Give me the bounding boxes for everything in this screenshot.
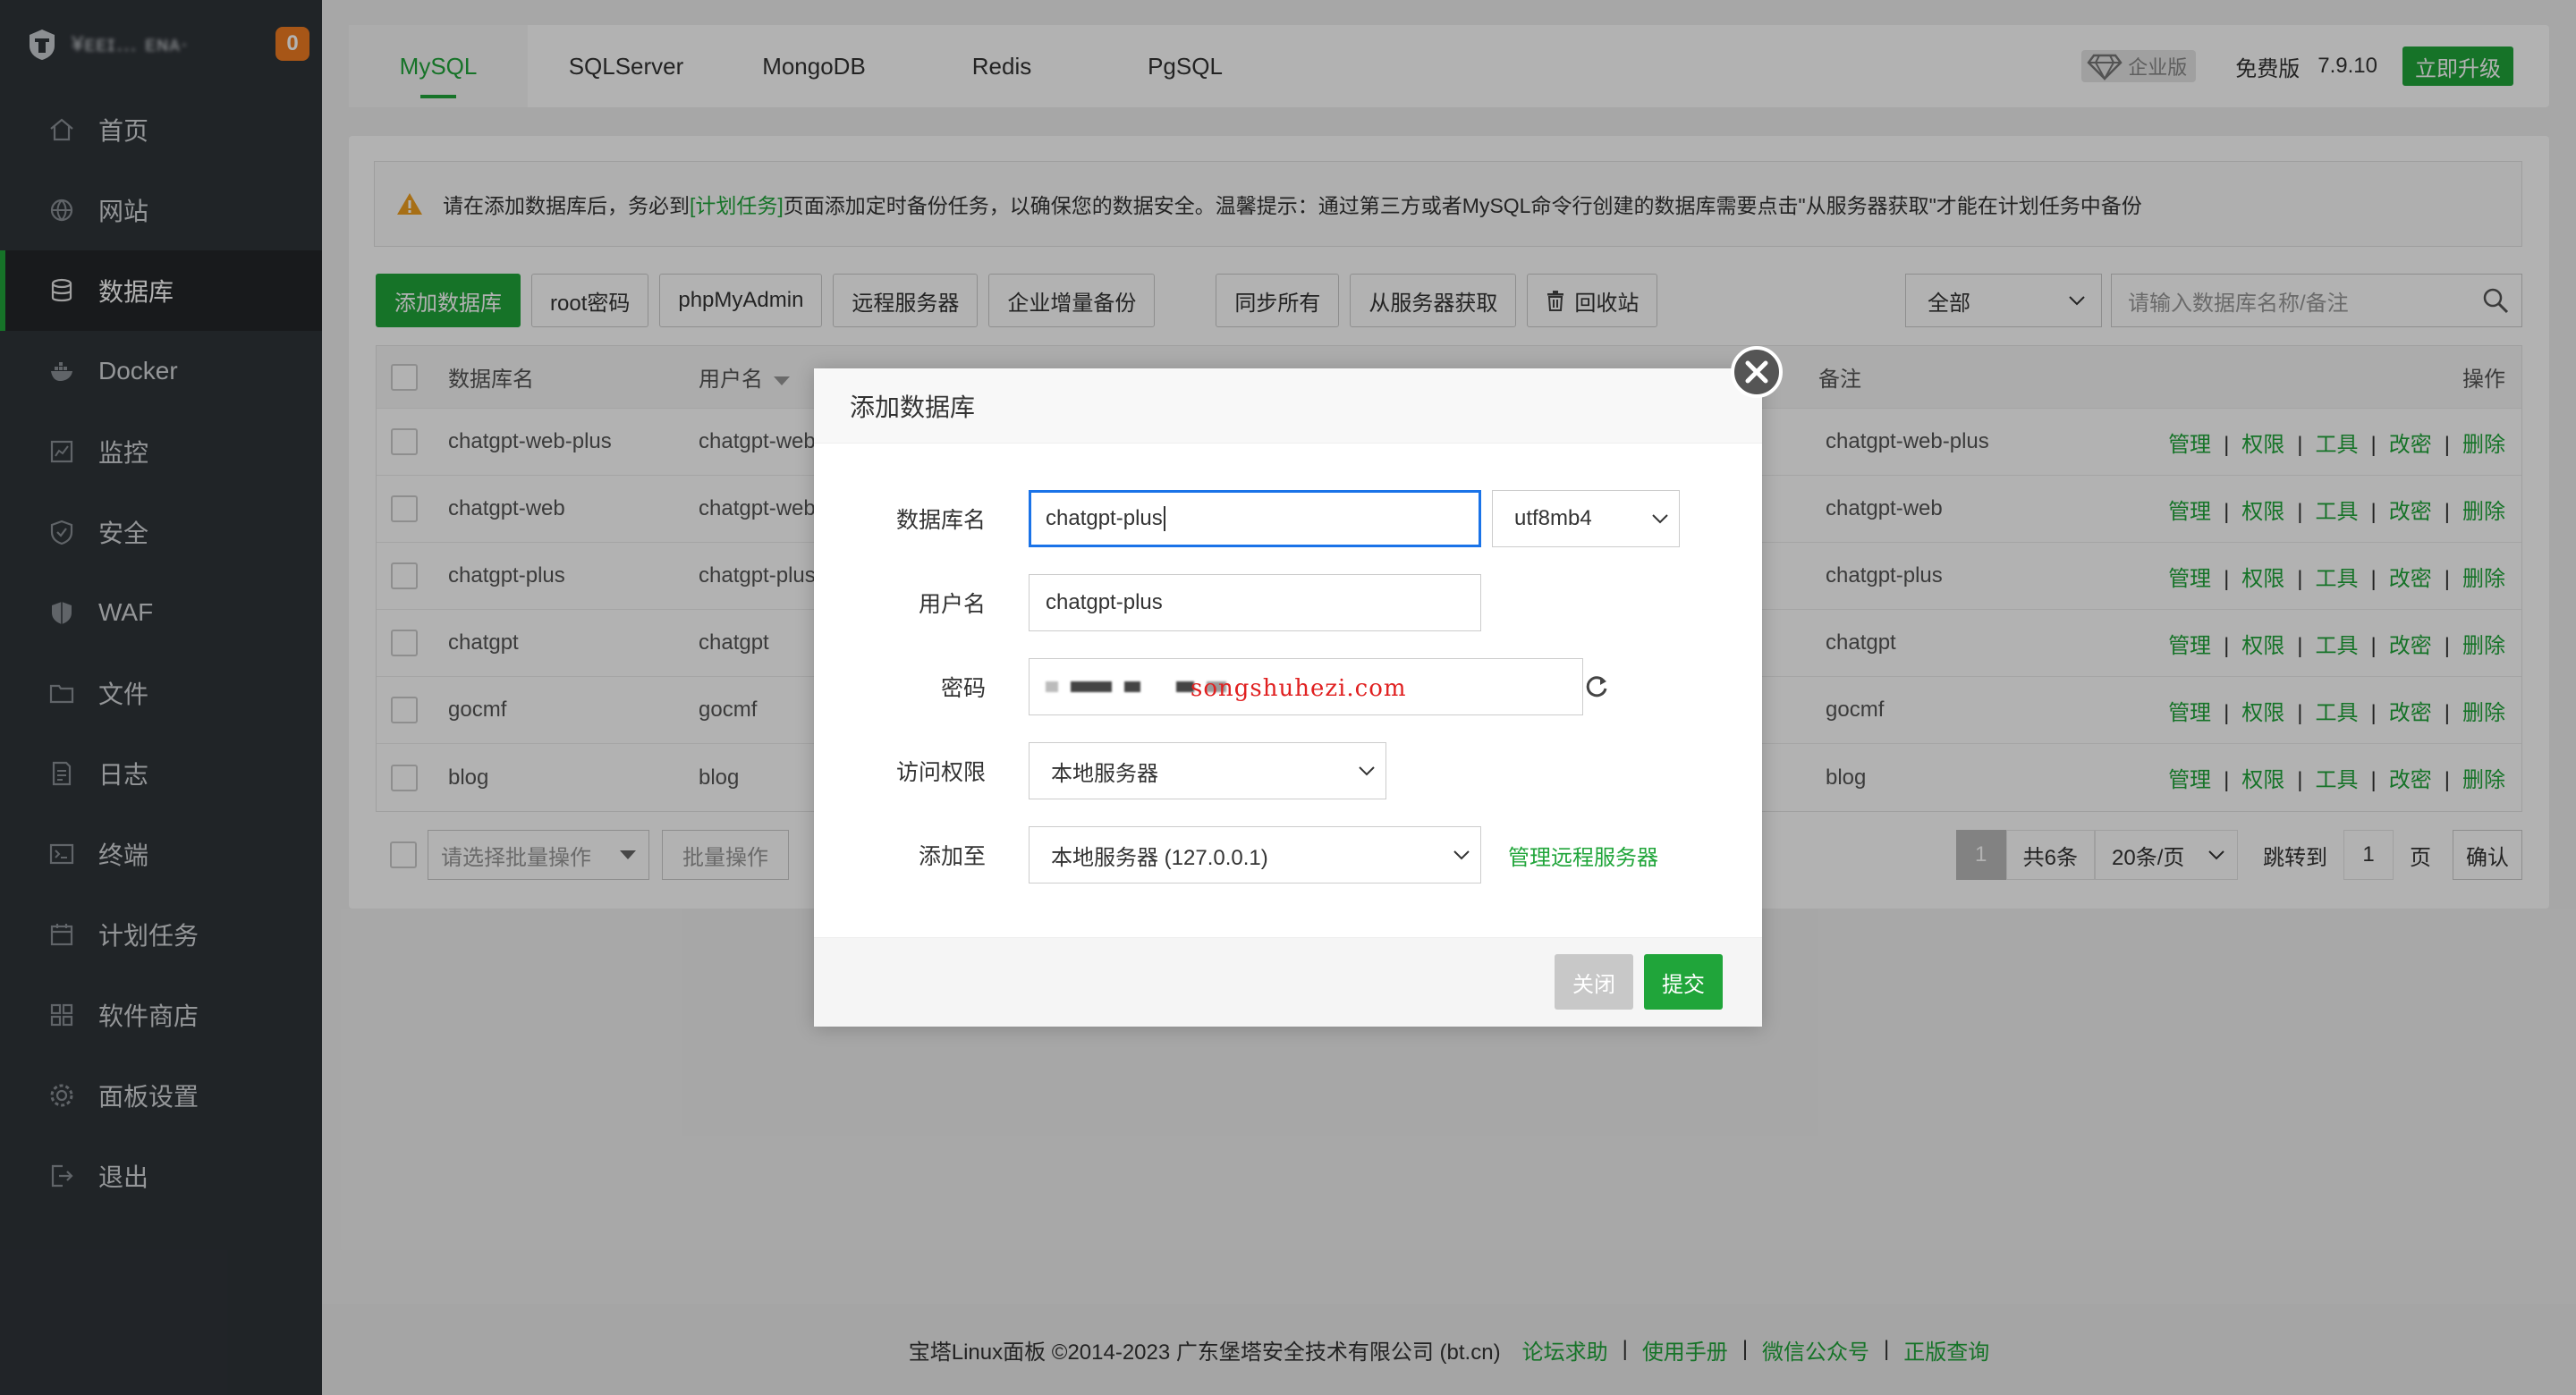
form-row-db-name: 数据库名 chatgpt-plus utf8mb4: [814, 490, 1762, 547]
db-name-label: 数据库名: [895, 508, 986, 533]
add-to-value: 本地服务器 (127.0.0.1): [1051, 845, 1268, 870]
db-name-value: chatgpt-plus: [1046, 506, 1163, 530]
manage-remote-server-link[interactable]: 管理远程服务器: [1508, 840, 1658, 871]
dialog-title: 添加数据库: [814, 368, 1762, 444]
access-value: 本地服务器: [1051, 761, 1158, 786]
username-input[interactable]: chatgpt-plus: [1029, 574, 1481, 631]
close-button[interactable]: 关闭: [1555, 954, 1633, 1010]
add-to-select[interactable]: 本地服务器 (127.0.0.1): [1029, 826, 1481, 884]
username-label: 用户名: [918, 592, 986, 617]
password-label: 密码: [940, 676, 986, 701]
password-input[interactable]: songshuhezi.com: [1029, 658, 1583, 715]
chevron-down-icon: [1359, 766, 1375, 776]
chevron-down-icon: [1652, 514, 1668, 524]
dialog-close-icon[interactable]: [1730, 345, 1784, 399]
submit-button[interactable]: 提交: [1644, 954, 1723, 1010]
chevron-down-icon: [1453, 850, 1470, 860]
text-cursor: [1163, 506, 1165, 531]
form-row-add-to: 添加至 本地服务器 (127.0.0.1) 管理远程服务器: [814, 826, 1762, 884]
access-label: 访问权限: [895, 760, 986, 785]
add-to-label: 添加至: [918, 844, 986, 869]
form-row-password: 密码 songshuhezi.com: [814, 658, 1762, 715]
charset-value: utf8mb4: [1514, 506, 1592, 530]
db-name-input[interactable]: chatgpt-plus: [1029, 490, 1481, 547]
dialog-footer: 关闭 提交: [814, 937, 1762, 1027]
watermark-text: songshuhezi.com: [1191, 675, 1407, 702]
access-select[interactable]: 本地服务器: [1029, 742, 1386, 799]
form-row-access: 访问权限 本地服务器: [814, 742, 1762, 799]
refresh-password-icon[interactable]: [1583, 673, 1610, 700]
charset-select[interactable]: utf8mb4: [1492, 490, 1680, 547]
form-row-username: 用户名 chatgpt-plus: [814, 574, 1762, 631]
add-database-dialog: 添加数据库 数据库名 chatgpt-plus utf8mb4 用户名 chat…: [814, 346, 1783, 1027]
